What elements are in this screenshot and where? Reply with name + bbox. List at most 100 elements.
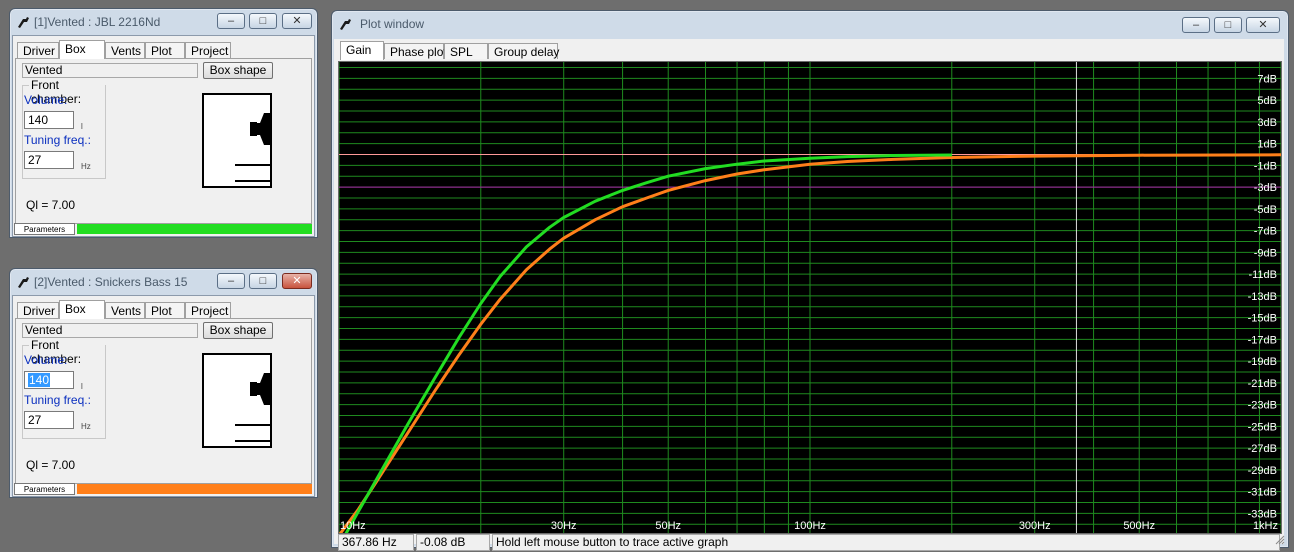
box-panel: Vented Box shape Front chamber: Volume: … (15, 58, 312, 224)
x-tick-label: 10Hz (340, 520, 366, 532)
parameters-tab[interactable]: Parameters (14, 483, 75, 495)
maximize-button[interactable]: □ (249, 273, 277, 289)
tab-vents[interactable]: Vents (105, 42, 145, 58)
box-shape-button[interactable]: Box shape (203, 322, 273, 339)
front-chamber-group: Front chamber: Volume: 140 l Tuning freq… (22, 78, 106, 179)
volume-input[interactable]: 140 (24, 371, 74, 389)
plot-window-title: Plot window (360, 17, 425, 31)
tuning-input[interactable]: 27 (24, 151, 74, 169)
y-tick-label: -29dB (1248, 465, 1277, 477)
box-window-2[interactable]: [2]Vented : Snickers Bass 15 – □ ✕ Drive… (9, 268, 318, 498)
y-tick-label: -9dB (1254, 247, 1277, 259)
y-tick-label: -13dB (1248, 291, 1277, 303)
x-tick-label: 100Hz (794, 520, 826, 532)
tab-gain[interactable]: Gain (340, 41, 384, 60)
box-shape-diagram (202, 93, 272, 188)
plot-window[interactable]: Plot window – □ ✕ Gain Phase plot SPL Gr… (331, 10, 1289, 551)
maximize-icon: □ (259, 15, 267, 27)
close-button[interactable]: ✕ (282, 273, 312, 289)
close-icon: ✕ (292, 15, 302, 27)
y-tick-label: -7dB (1254, 226, 1277, 238)
box-window-1-title: [1]Vented : JBL 2216Nd (34, 15, 161, 29)
parameters-tab[interactable]: Parameters (14, 223, 75, 235)
tuning-value: 27 (28, 413, 42, 427)
y-tick-label: 5dB (1257, 95, 1277, 107)
tab-plot[interactable]: Plot (145, 302, 185, 318)
tuning-input[interactable]: 27 (24, 411, 74, 429)
tuning-unit: Hz (81, 422, 91, 431)
y-tick-label: -23dB (1248, 400, 1277, 412)
box-shape-diagram (202, 353, 272, 448)
box-window-1[interactable]: [1]Vented : JBL 2216Nd – □ ✕ Driver Box … (9, 8, 318, 238)
y-tick-label: -3dB (1254, 182, 1277, 194)
x-tick-label: 1kHz (1253, 520, 1278, 532)
y-tick-label: -1dB (1254, 160, 1277, 172)
tab-spl[interactable]: SPL (444, 43, 488, 59)
box-window-2-client: Driver Box Vents Plot Project Vented Box… (12, 295, 315, 497)
box-panel: Vented Box shape Front chamber: Volume: … (15, 318, 312, 484)
close-button[interactable]: ✕ (282, 13, 312, 29)
box-window-1-titlebar[interactable]: [1]Vented : JBL 2216Nd – □ ✕ (10, 9, 317, 35)
tab-plot[interactable]: Plot (145, 42, 185, 58)
volume-value: 140 (28, 373, 51, 387)
tab-project[interactable]: Project (185, 302, 231, 318)
y-tick-label: 3dB (1257, 117, 1277, 129)
front-chamber-group: Front chamber: Volume: 140 l Tuning freq… (22, 338, 106, 439)
gain-chart[interactable]: 7dB 5dB 3dB 1dB -1dB -3dB -5dB -7dB -9dB -11dB -13… (339, 62, 1281, 533)
y-tick-label: -17dB (1248, 334, 1277, 346)
volume-unit: l (81, 382, 83, 391)
box-window-2-titlebar[interactable]: [2]Vented : Snickers Bass 15 – □ ✕ (10, 269, 317, 295)
maximize-button[interactable]: □ (1214, 17, 1242, 33)
minimize-button[interactable]: – (217, 273, 245, 289)
box-shape-button[interactable]: Box shape (203, 62, 273, 79)
y-tick-label: -33dB (1248, 508, 1277, 520)
close-icon: ✕ (292, 275, 302, 287)
app-icon (18, 277, 29, 288)
curve-color-bar (77, 484, 312, 494)
volume-unit: l (81, 122, 83, 131)
tuning-label: Tuning freq.: (24, 393, 91, 407)
status-frequency: 367.86 Hz (338, 534, 414, 551)
volume-label: Volume: (24, 93, 68, 107)
app-icon (340, 19, 351, 30)
tab-driver[interactable]: Driver (17, 302, 59, 318)
gain-plot[interactable]: 7dB 5dB 3dB 1dB -1dB -3dB -5dB -7dB -9dB -11dB -13… (338, 61, 1282, 534)
x-tick-label: 300Hz (1019, 520, 1051, 532)
tab-driver[interactable]: Driver (17, 42, 59, 58)
y-tick-label: -31dB (1248, 487, 1277, 499)
tuning-label: Tuning freq.: (24, 133, 91, 147)
x-tick-label: 500Hz (1123, 520, 1155, 532)
x-tick-label: 30Hz (551, 520, 577, 532)
app-icon (18, 17, 29, 28)
box-type-field: Vented (22, 63, 198, 78)
maximize-icon: □ (1224, 19, 1232, 31)
close-icon: ✕ (1258, 19, 1268, 31)
tab-box[interactable]: Box (59, 40, 105, 59)
tab-project[interactable]: Project (185, 42, 231, 58)
tab-vents[interactable]: Vents (105, 302, 145, 318)
y-tick-label: 1dB (1257, 139, 1277, 151)
y-tick-label: -19dB (1248, 356, 1277, 368)
box-type-field: Vented (22, 323, 198, 338)
y-tick-label: -11dB (1248, 269, 1277, 281)
tuning-value: 27 (28, 153, 42, 167)
resize-grip-icon[interactable] (1274, 534, 1285, 545)
series-line-1 (344, 153, 952, 533)
plot-window-titlebar[interactable]: Plot window – □ ✕ (332, 11, 1288, 37)
minimize-icon: – (227, 15, 235, 27)
volume-input[interactable]: 140 (24, 111, 74, 129)
maximize-button[interactable]: □ (249, 13, 277, 29)
minimize-button[interactable]: – (1182, 17, 1210, 33)
tab-box[interactable]: Box (59, 300, 105, 319)
status-db: -0.08 dB (416, 534, 490, 551)
y-tick-label: -25dB (1248, 421, 1277, 433)
ql-value: Ql = 7.00 (26, 458, 76, 472)
box-window-1-client: Driver Box Vents Plot Project Vented Box… (12, 35, 315, 237)
maximize-icon: □ (259, 275, 267, 287)
minimize-button[interactable]: – (217, 13, 245, 29)
tab-group-delay[interactable]: Group delay (488, 43, 559, 59)
x-tick-label: 50Hz (655, 520, 681, 532)
tab-phase-plot[interactable]: Phase plot (384, 43, 447, 59)
tuning-unit: Hz (81, 162, 91, 171)
close-button[interactable]: ✕ (1246, 17, 1280, 33)
